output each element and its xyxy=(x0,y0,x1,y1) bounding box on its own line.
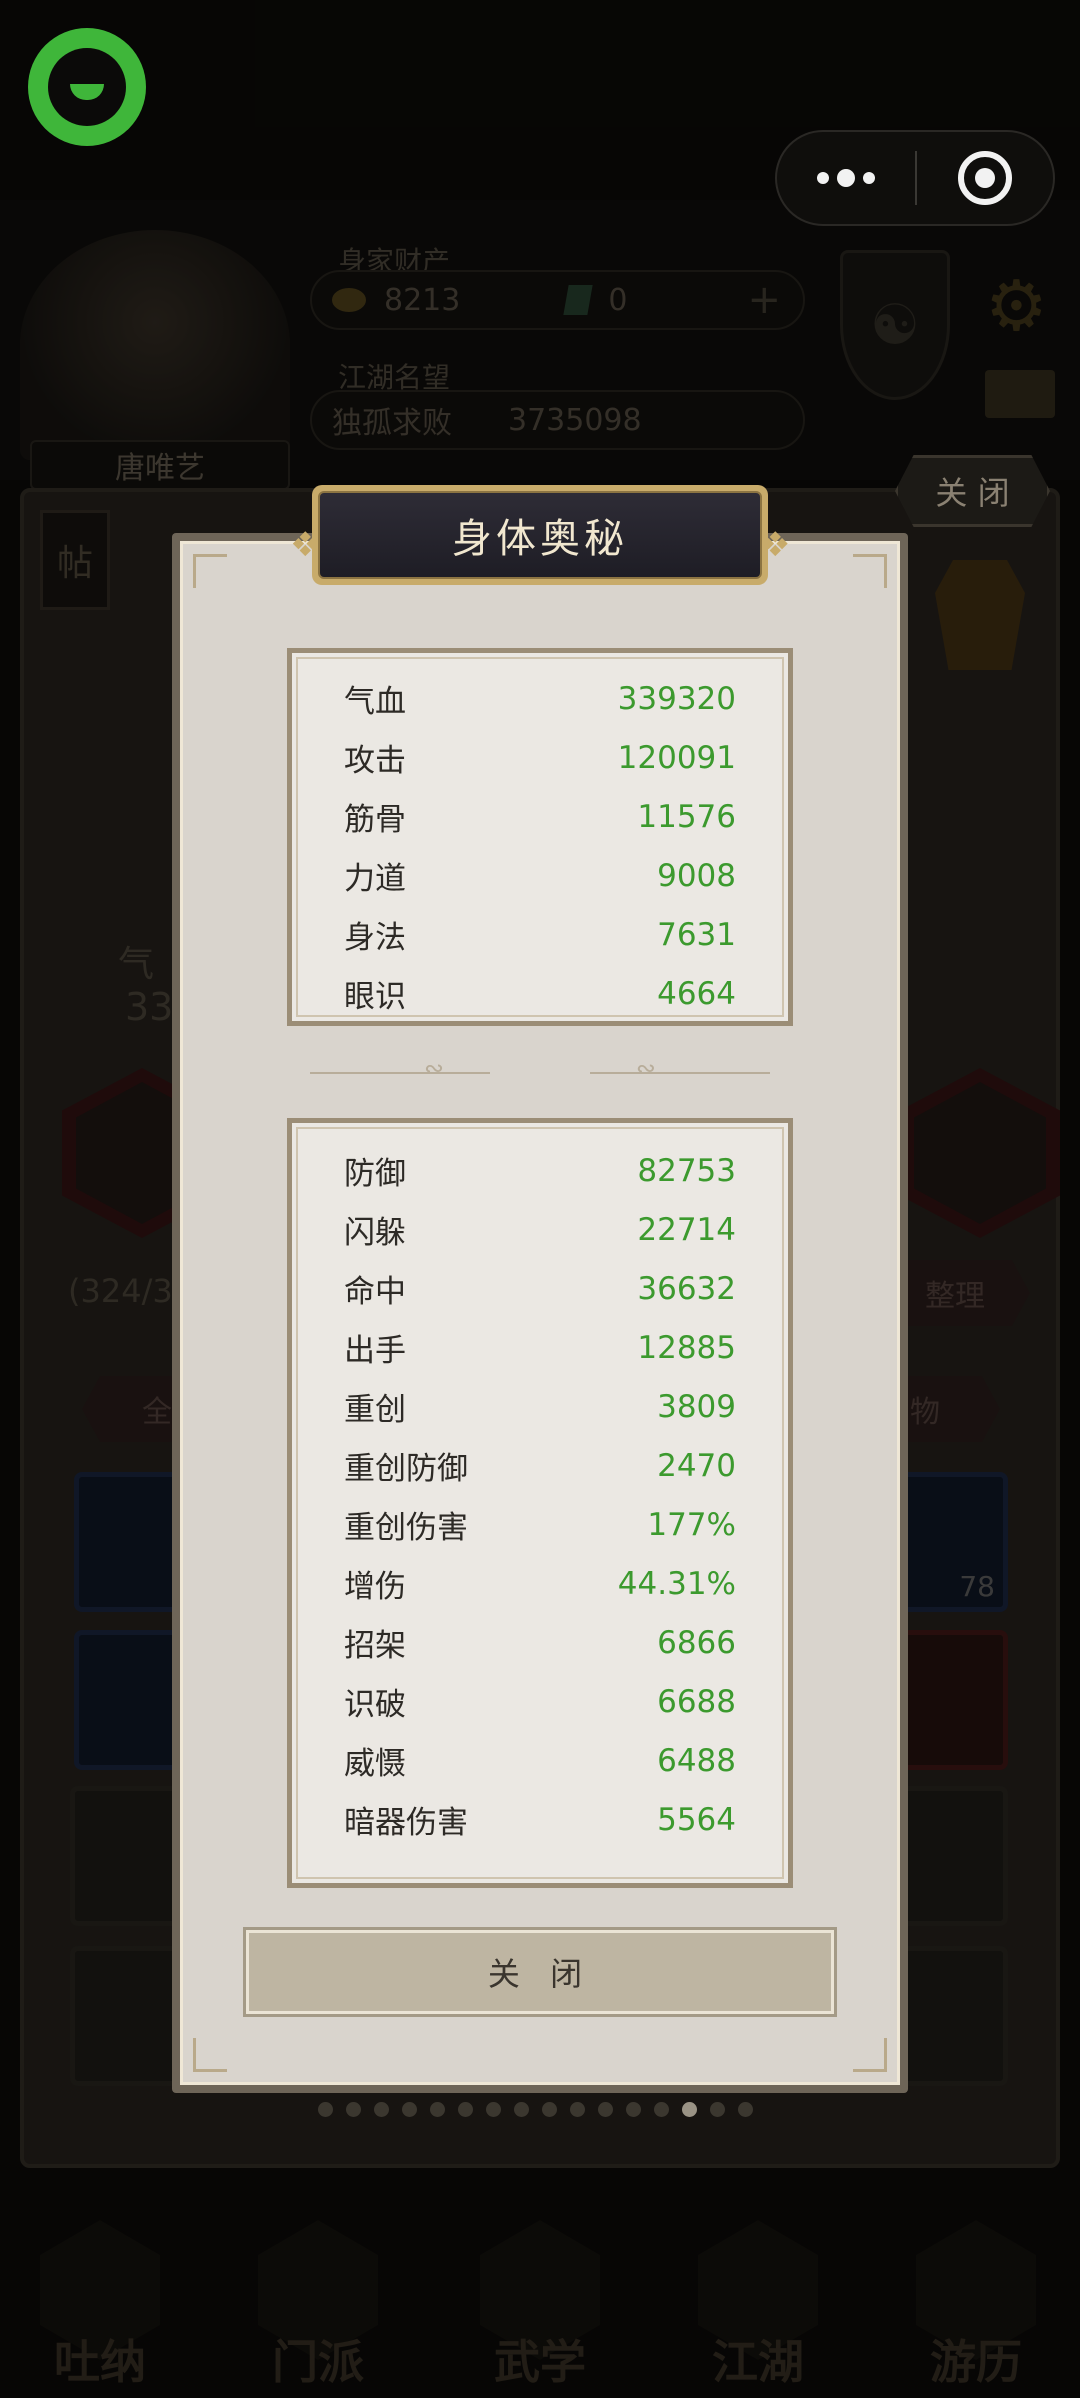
stat-value: 6866 xyxy=(657,1624,736,1661)
stat-value: 2470 xyxy=(657,1447,736,1484)
top-close-button[interactable]: 关 闭 xyxy=(895,455,1050,527)
stat-row: 命中 36632 xyxy=(292,1259,788,1318)
stat-value: 177% xyxy=(647,1506,736,1543)
stat-name: 重创伤害 xyxy=(344,1510,468,1546)
page-dot xyxy=(318,2102,333,2117)
stat-value: 7631 xyxy=(657,916,736,953)
page-dot xyxy=(374,2102,389,2117)
stat-value: 6688 xyxy=(657,1683,736,1720)
stat-value: 11576 xyxy=(637,798,736,835)
stat-name: 筋骨 xyxy=(344,802,406,838)
page-dot xyxy=(738,2102,753,2117)
exit-target-icon[interactable] xyxy=(917,151,1053,205)
stat-name: 重创防御 xyxy=(344,1451,468,1487)
stat-row: 防御 82753 xyxy=(292,1141,788,1200)
stat-value: 36632 xyxy=(637,1270,736,1307)
stat-row: 重创 3809 xyxy=(292,1377,788,1436)
primary-stats-list: 气血 339320 攻击 120091 筋骨 11576 力道 9008 身法 7631 眼识 466… xyxy=(292,669,788,1023)
stat-row: 重创伤害 177% xyxy=(292,1495,788,1554)
stat-value: 82753 xyxy=(637,1152,736,1189)
stat-name: 力道 xyxy=(344,861,406,897)
stat-row: 筋骨 11576 xyxy=(292,787,788,846)
stat-row: 碎骨概率 10.24% xyxy=(292,1849,788,1864)
stat-value: 3809 xyxy=(657,1388,736,1425)
section-divider: ∾ ∾ xyxy=(310,1054,770,1082)
page-dot xyxy=(626,2102,641,2117)
stat-name: 碎骨概率 xyxy=(344,1856,468,1863)
stat-row: 眼识 4664 xyxy=(292,964,788,1023)
stat-name: 攻击 xyxy=(344,743,406,779)
stat-name: 身法 xyxy=(344,920,406,956)
stat-value: 22714 xyxy=(637,1211,736,1248)
page-dot xyxy=(402,2102,417,2117)
dialog-title-plate: 身体奥秘 xyxy=(312,485,768,585)
page-dot xyxy=(542,2102,557,2117)
stat-row: 攻击 120091 xyxy=(292,728,788,787)
stat-name: 出手 xyxy=(344,1333,406,1369)
page-dot xyxy=(458,2102,473,2117)
stat-row: 力道 9008 xyxy=(292,846,788,905)
app-logo-icon xyxy=(28,28,146,146)
stat-name: 命中 xyxy=(344,1274,406,1310)
more-options-icon[interactable] xyxy=(777,169,915,187)
stat-name: 暗器伤害 xyxy=(344,1805,468,1841)
page-dot xyxy=(346,2102,361,2117)
page-dot xyxy=(598,2102,613,2117)
stat-name: 气血 xyxy=(344,684,406,720)
stat-name: 防御 xyxy=(344,1156,406,1192)
stat-name: 重创 xyxy=(344,1392,406,1428)
stat-name: 增伤 xyxy=(344,1569,406,1605)
page-dot xyxy=(654,2102,669,2117)
primary-stats-box: 气血 339320 攻击 120091 筋骨 11576 力道 9008 身法 7631 眼识 466… xyxy=(287,648,793,1026)
stat-row: 增伤 44.31% xyxy=(292,1554,788,1613)
stat-name: 识破 xyxy=(344,1687,406,1723)
stat-row: 气血 339320 xyxy=(292,669,788,728)
close-button[interactable]: 关 闭 xyxy=(243,1927,837,2017)
stat-value: 339320 xyxy=(617,680,736,717)
stat-value: 44.31% xyxy=(617,1565,736,1602)
stat-row: 识破 6688 xyxy=(292,1672,788,1731)
stat-name: 眼识 xyxy=(344,979,406,1015)
secondary-stats-scroll[interactable]: 防御 82753 闪躲 22714 命中 36632 出手 12885 重创 3809 重创防御 24… xyxy=(292,1141,788,1864)
secondary-stats-list: 防御 82753 闪躲 22714 命中 36632 出手 12885 重创 3809 重创防御 24… xyxy=(292,1141,788,1864)
stat-row: 身法 7631 xyxy=(292,905,788,964)
stat-value: 5564 xyxy=(657,1801,736,1838)
miniprogram-capsule xyxy=(775,130,1055,226)
stat-row: 重创防御 2470 xyxy=(292,1436,788,1495)
page-dot xyxy=(430,2102,445,2117)
page-dot xyxy=(486,2102,501,2117)
page-dot xyxy=(570,2102,585,2117)
stat-row: 招架 6866 xyxy=(292,1613,788,1672)
page-dot xyxy=(514,2102,529,2117)
stat-value: 12885 xyxy=(637,1329,736,1366)
stat-value: 10.24% xyxy=(618,1861,736,1864)
stat-name: 威慑 xyxy=(344,1746,406,1782)
stat-name: 招架 xyxy=(344,1628,406,1664)
stat-value: 6488 xyxy=(657,1742,736,1779)
stat-row: 暗器伤害 5564 xyxy=(292,1790,788,1849)
stat-row: 出手 12885 xyxy=(292,1318,788,1377)
stat-row: 威慑 6488 xyxy=(292,1731,788,1790)
page-indicator xyxy=(318,2102,753,2117)
secondary-stats-box[interactable]: 防御 82753 闪躲 22714 命中 36632 出手 12885 重创 3809 重创防御 24… xyxy=(287,1118,793,1888)
stat-name: 闪躲 xyxy=(344,1215,406,1251)
dialog-title: 身体奥秘 xyxy=(318,491,762,579)
page-dot xyxy=(710,2102,725,2117)
stat-row: 闪躲 22714 xyxy=(292,1200,788,1259)
stat-value: 4664 xyxy=(657,975,736,1012)
stat-value: 120091 xyxy=(617,739,736,776)
page-dot xyxy=(682,2102,697,2117)
stat-value: 9008 xyxy=(657,857,736,894)
